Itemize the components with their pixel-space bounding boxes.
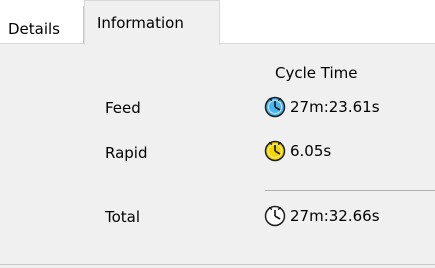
total-value: 27m:32.66s bbox=[290, 207, 380, 225]
tab-information-label: Information bbox=[97, 14, 184, 32]
rapid-value-row: 6.05s bbox=[264, 140, 331, 162]
information-panel: Cycle Time Feed 27m:23.61s Rapid 6.05s T… bbox=[0, 44, 435, 268]
totals-divider bbox=[265, 190, 435, 191]
clock-yellow-icon bbox=[264, 140, 286, 162]
rapid-label: Rapid bbox=[105, 144, 148, 162]
total-value-row: 27m:32.66s bbox=[264, 205, 380, 227]
clock-blue-icon bbox=[264, 96, 286, 118]
panel-bottom-border bbox=[0, 264, 435, 265]
tab-details-label: Details bbox=[8, 20, 61, 38]
cycle-time-header: Cycle Time bbox=[275, 64, 358, 82]
cycle-time-window: Details Information Cycle Time Feed 27m:… bbox=[0, 0, 435, 268]
tab-strip: Details Information bbox=[0, 0, 435, 45]
clock-white-icon bbox=[264, 205, 286, 227]
tab-information[interactable]: Information bbox=[84, 0, 220, 45]
feed-value: 27m:23.61s bbox=[290, 98, 380, 116]
total-label: Total bbox=[105, 208, 141, 226]
rapid-value: 6.05s bbox=[290, 142, 332, 160]
feed-value-row: 27m:23.61s bbox=[264, 96, 380, 118]
feed-label: Feed bbox=[105, 99, 141, 117]
tab-details[interactable]: Details bbox=[0, 6, 84, 44]
